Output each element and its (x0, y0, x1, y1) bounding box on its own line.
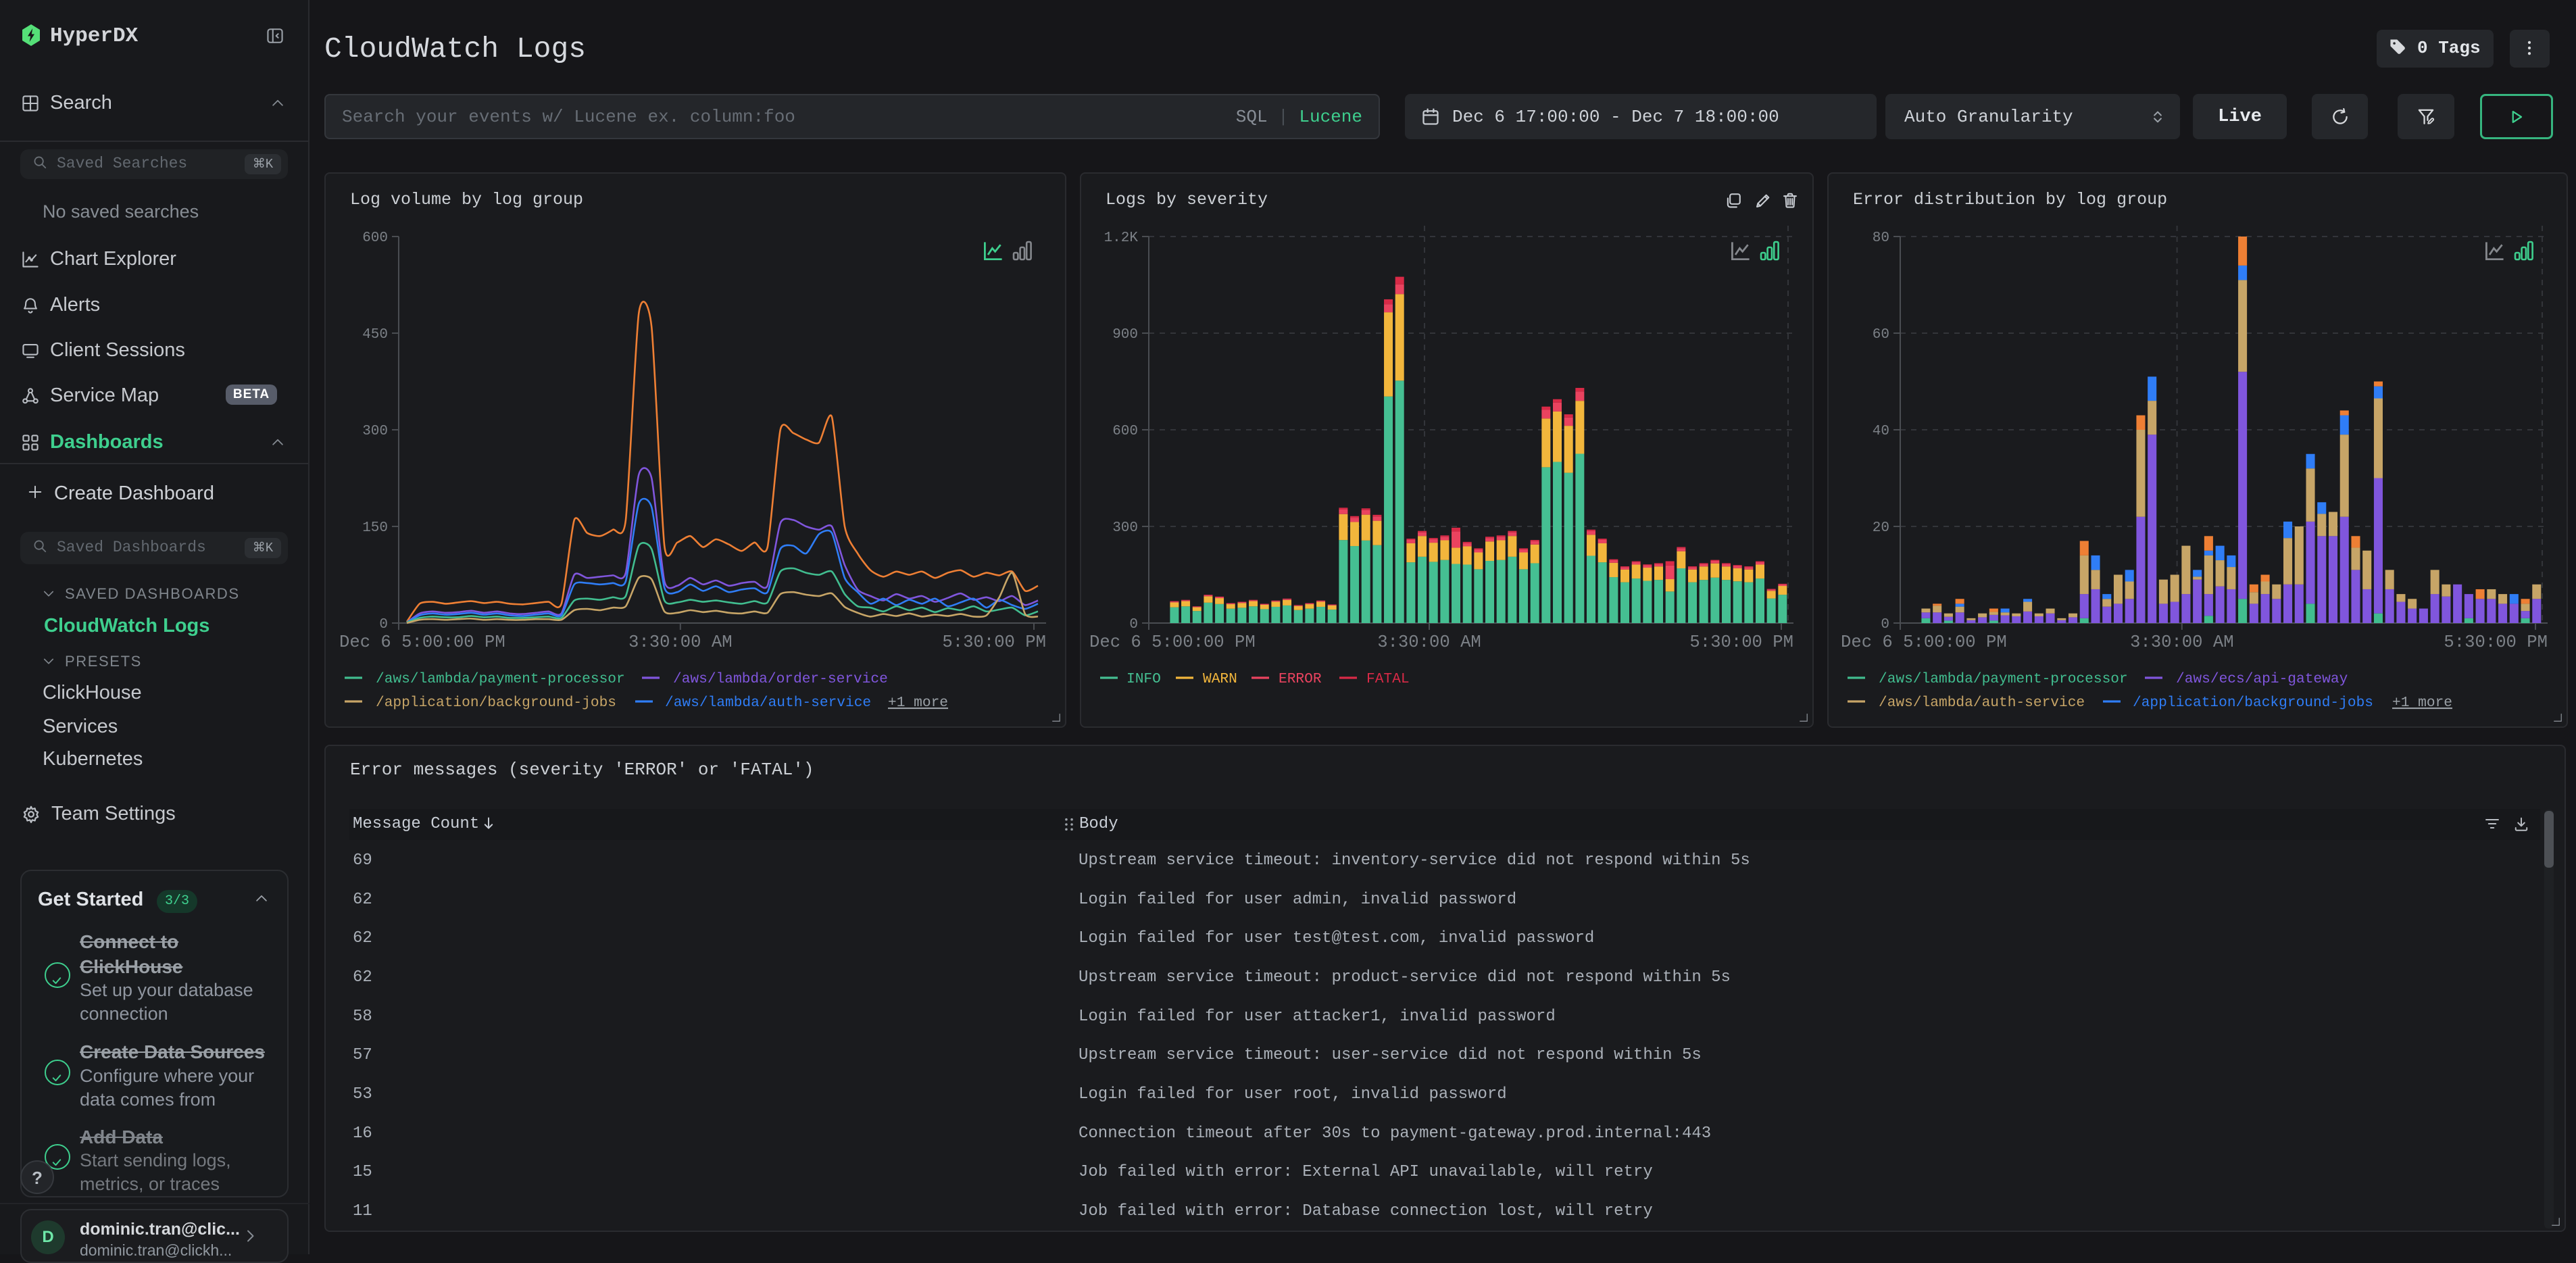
svg-text:0: 0 (379, 617, 388, 633)
svg-text:150: 150 (362, 520, 388, 536)
svg-text:3:30:00 AM: 3:30:00 AM (628, 633, 733, 652)
svg-text:/application/background-jobs: /application/background-jobs (2133, 695, 2373, 711)
svg-text:/aws/lambda/order-service: /aws/lambda/order-service (673, 671, 888, 687)
svg-text:20: 20 (1873, 520, 1889, 536)
svg-text:Dec 6 5:00:00 PM: Dec 6 5:00:00 PM (339, 633, 505, 652)
svg-text:40: 40 (1873, 424, 1889, 439)
svg-text:0: 0 (1881, 617, 1889, 633)
svg-text:Dec 6 5:00:00 PM: Dec 6 5:00:00 PM (1841, 633, 2007, 652)
svg-text:80: 80 (1873, 230, 1889, 246)
svg-text:+1 more: +1 more (2392, 695, 2452, 711)
svg-text:600: 600 (1112, 424, 1138, 439)
svg-text:FATAL: FATAL (1366, 671, 1410, 687)
svg-text:/aws/lambda/auth-service: /aws/lambda/auth-service (1879, 695, 2085, 711)
svg-text:/aws/lambda/auth-service: /aws/lambda/auth-service (665, 695, 871, 711)
svg-text:WARN: WARN (1203, 671, 1237, 687)
svg-text:ERROR: ERROR (1279, 671, 1322, 687)
svg-text:900: 900 (1112, 327, 1138, 343)
svg-text:3:30:00 AM: 3:30:00 AM (2130, 633, 2234, 652)
svg-text:300: 300 (362, 424, 388, 439)
svg-text:5:30:00 PM: 5:30:00 PM (1689, 633, 1793, 652)
svg-text:60: 60 (1873, 327, 1889, 343)
svg-text:3:30:00 AM: 3:30:00 AM (1377, 633, 1481, 652)
svg-text:1.2K: 1.2K (1104, 230, 1139, 246)
svg-text:300: 300 (1112, 520, 1138, 536)
svg-text:450: 450 (362, 327, 388, 343)
svg-text:5:30:00 PM: 5:30:00 PM (942, 633, 1046, 652)
svg-text:0: 0 (1129, 617, 1138, 633)
svg-text:/aws/lambda/payment-processor: /aws/lambda/payment-processor (376, 671, 625, 687)
svg-text:600: 600 (362, 230, 388, 246)
svg-text:+1 more: +1 more (888, 695, 948, 711)
svg-text:/aws/lambda/payment-processor: /aws/lambda/payment-processor (1879, 671, 2128, 687)
svg-text:/application/background-jobs: /application/background-jobs (376, 695, 616, 711)
svg-text:5:30:00 PM: 5:30:00 PM (2444, 633, 2548, 652)
svg-text:INFO: INFO (1126, 671, 1161, 687)
svg-text:Dec 6 5:00:00 PM: Dec 6 5:00:00 PM (1089, 633, 1256, 652)
svg-text:/aws/ecs/api-gateway: /aws/ecs/api-gateway (2176, 671, 2348, 687)
